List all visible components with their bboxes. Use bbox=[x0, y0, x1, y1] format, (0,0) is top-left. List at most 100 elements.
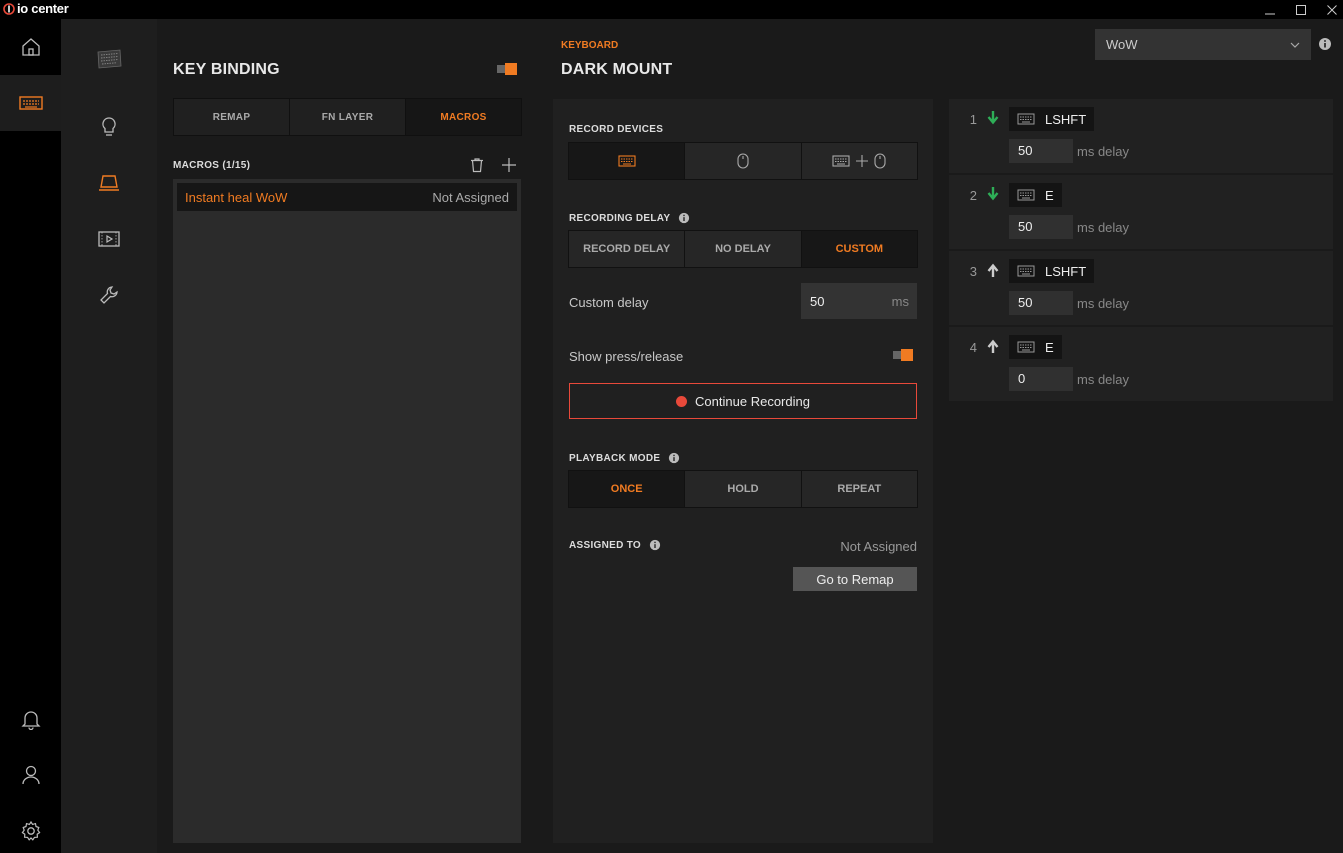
keyboard-icon bbox=[1017, 265, 1035, 277]
step-delay-input[interactable]: 50 bbox=[1009, 139, 1073, 163]
macro-step[interactable]: 3 LSHFT 50 ms delay bbox=[949, 251, 1333, 325]
step-key-chip[interactable]: LSHFT bbox=[1009, 107, 1095, 131]
user-icon bbox=[21, 765, 40, 785]
custom-delay-input[interactable]: 50 ms bbox=[801, 283, 917, 319]
record-device-keyboard[interactable] bbox=[569, 143, 685, 179]
recording-delay-selector: RECORD DELAY NO DELAY CUSTOM bbox=[568, 230, 918, 268]
device-submenu bbox=[61, 19, 157, 853]
macro-status: Not Assigned bbox=[432, 189, 509, 205]
option-repeat[interactable]: REPEAT bbox=[801, 471, 917, 507]
submenu-key-binding[interactable] bbox=[61, 163, 157, 203]
title-bar: io center bbox=[0, 0, 1343, 19]
bell-icon bbox=[20, 711, 41, 730]
playback-mode-label: PLAYBACK MODE bbox=[569, 452, 661, 464]
assigned-to-label: ASSIGNED TO bbox=[569, 539, 642, 551]
mouse-icon bbox=[737, 153, 749, 169]
tab-remap[interactable]: REMAP bbox=[174, 99, 290, 135]
record-device-mouse[interactable] bbox=[685, 143, 801, 179]
step-number: 3 bbox=[969, 264, 977, 279]
step-delay-label: ms delay bbox=[1077, 372, 1130, 387]
add-macro-button[interactable] bbox=[501, 157, 517, 173]
step-key-chip[interactable]: LSHFT bbox=[1009, 259, 1095, 283]
close-icon bbox=[1327, 4, 1337, 15]
step-key-chip[interactable]: E bbox=[1009, 335, 1062, 359]
app-logo: io center bbox=[3, 1, 69, 16]
submenu-tools[interactable] bbox=[61, 275, 157, 315]
keyboard-icon bbox=[1017, 189, 1035, 201]
step-key-label: LSHFT bbox=[1045, 263, 1087, 279]
io-logo-icon bbox=[3, 2, 15, 15]
step-delay-label: ms delay bbox=[1077, 220, 1130, 235]
record-dot-icon bbox=[676, 395, 688, 407]
step-delay-input[interactable]: 50 bbox=[1009, 215, 1073, 239]
keyboard-icon bbox=[1017, 113, 1035, 125]
recording-delay-label: RECORDING DELAY bbox=[569, 212, 671, 224]
profile-select[interactable]: WoW bbox=[1095, 29, 1311, 60]
macro-list-item[interactable]: Instant heal WoW Not Assigned bbox=[177, 183, 517, 211]
recording-delay-heading: RECORDING DELAY bbox=[569, 212, 690, 224]
nav-home[interactable] bbox=[0, 19, 61, 75]
macros-header: MACROS (1/15) bbox=[173, 160, 251, 171]
delete-macro-button[interactable] bbox=[469, 157, 485, 173]
step-delay-label: ms delay bbox=[1077, 296, 1130, 311]
nav-profile[interactable] bbox=[0, 747, 61, 803]
option-record-delay[interactable]: RECORD DELAY bbox=[569, 231, 685, 267]
app-title: io center bbox=[17, 1, 69, 16]
macro-step[interactable]: 2 E 50 ms delay bbox=[949, 175, 1333, 249]
arrow-up-icon bbox=[987, 339, 999, 353]
key-binding-title: KEY BINDING bbox=[173, 61, 280, 78]
keyboard-thumbnail-icon bbox=[97, 49, 122, 69]
record-devices-selector bbox=[568, 142, 918, 180]
device-thumbnail[interactable] bbox=[61, 39, 157, 79]
minimize-icon bbox=[1265, 13, 1275, 14]
step-delay-input[interactable]: 50 bbox=[1009, 291, 1073, 315]
step-delay-input[interactable]: 0 bbox=[1009, 367, 1073, 391]
nav-settings[interactable] bbox=[0, 803, 61, 853]
close-button[interactable] bbox=[1315, 0, 1343, 19]
step-key-chip[interactable]: E bbox=[1009, 183, 1062, 207]
macro-step[interactable]: 4 E 0 ms delay bbox=[949, 327, 1333, 401]
option-custom-delay[interactable]: CUSTOM bbox=[801, 231, 917, 267]
step-key-label: E bbox=[1045, 187, 1054, 203]
maximize-icon bbox=[1296, 4, 1306, 15]
category-label: KEYBOARD bbox=[561, 40, 619, 51]
arrow-down-icon bbox=[987, 111, 999, 125]
key-icon bbox=[99, 175, 119, 191]
custom-delay-value: 50 bbox=[810, 293, 825, 309]
key-binding-toggle[interactable] bbox=[497, 63, 517, 75]
record-device-keyboard-mouse[interactable] bbox=[801, 143, 917, 179]
profile-info-button[interactable] bbox=[1318, 37, 1332, 51]
wrench-icon bbox=[100, 286, 118, 304]
nav-keyboard[interactable] bbox=[0, 75, 61, 131]
arrow-up-icon bbox=[987, 263, 999, 277]
tab-macros[interactable]: MACROS bbox=[406, 99, 521, 135]
show-press-release-toggle[interactable] bbox=[893, 349, 913, 361]
keyboard-icon bbox=[832, 155, 850, 167]
continue-recording-button[interactable]: Continue Recording bbox=[569, 383, 917, 419]
option-once[interactable]: ONCE bbox=[569, 471, 685, 507]
info-icon[interactable] bbox=[678, 212, 690, 224]
playback-mode-selector: ONCE HOLD REPEAT bbox=[568, 470, 918, 508]
nav-notifications[interactable] bbox=[0, 691, 61, 747]
macro-step[interactable]: 1 LSHFT 50 ms delay bbox=[949, 99, 1333, 173]
option-hold[interactable]: HOLD bbox=[685, 471, 801, 507]
record-devices-label: RECORD DEVICES bbox=[569, 124, 664, 135]
option-no-delay[interactable]: NO DELAY bbox=[685, 231, 801, 267]
key-binding-tabs: REMAP FN LAYER MACROS bbox=[173, 98, 522, 136]
minimize-button[interactable] bbox=[1253, 0, 1287, 19]
device-name: DARK MOUNT bbox=[561, 61, 673, 78]
plus-icon bbox=[502, 158, 516, 172]
bulb-icon bbox=[102, 117, 116, 136]
info-icon[interactable] bbox=[649, 539, 661, 551]
nav-rail bbox=[0, 19, 61, 853]
info-icon[interactable] bbox=[668, 452, 680, 464]
go-to-remap-button[interactable]: Go to Remap bbox=[793, 567, 917, 591]
maximize-button[interactable] bbox=[1284, 0, 1318, 19]
custom-delay-unit: ms bbox=[891, 293, 909, 309]
tab-fn-layer[interactable]: FN LAYER bbox=[290, 99, 406, 135]
submenu-lighting[interactable] bbox=[61, 107, 157, 147]
show-press-release-label: Show press/release bbox=[569, 349, 684, 364]
home-icon bbox=[21, 38, 40, 56]
chevron-down-icon bbox=[1290, 42, 1300, 48]
submenu-media[interactable] bbox=[61, 219, 157, 259]
